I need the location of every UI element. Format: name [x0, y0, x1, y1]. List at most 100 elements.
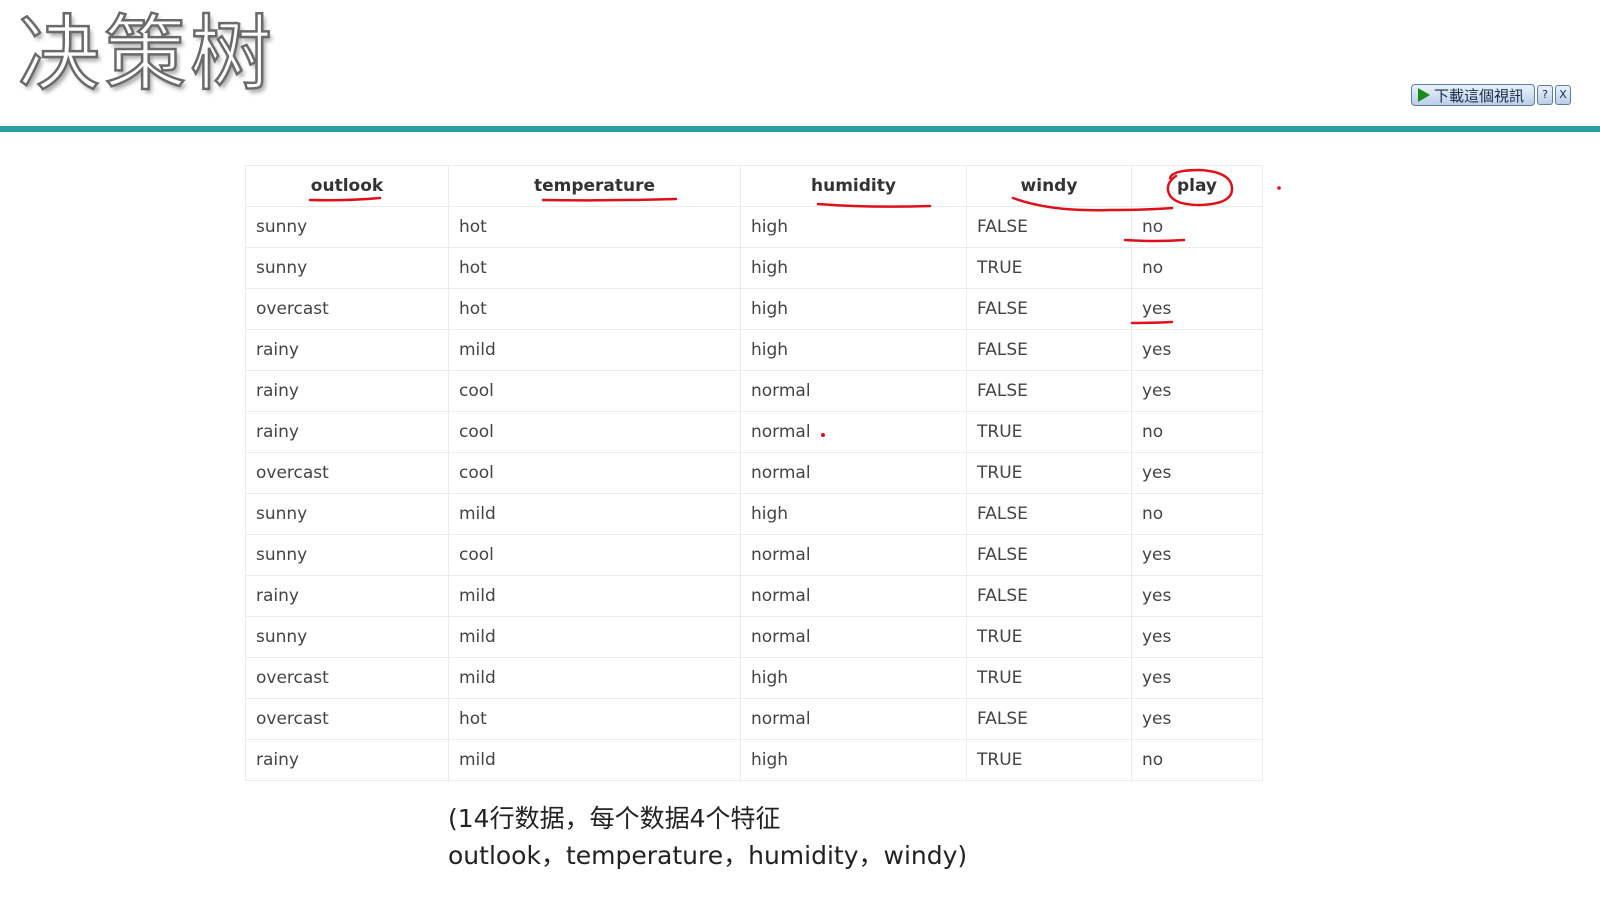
cell-windy: FALSE	[966, 329, 1132, 371]
weather-data-table: outlook temperature humidity windy play …	[245, 165, 1263, 781]
cell-outlook: overcast	[245, 452, 449, 494]
table-row: overcast cool normal TRUE yes	[245, 452, 1263, 494]
cell-play: yes	[1131, 616, 1263, 658]
cell-windy: FALSE	[966, 493, 1132, 535]
cell-play: yes	[1131, 534, 1263, 576]
cell-play: no	[1131, 739, 1263, 781]
cell-temperature: hot	[448, 206, 741, 248]
cell-windy: TRUE	[966, 247, 1132, 289]
table-body: sunny hot high FALSE no sunny hot high TRUE no ove…	[245, 206, 1263, 781]
cell-humidity: high	[740, 329, 967, 371]
cell-windy: TRUE	[966, 411, 1132, 453]
table-row: rainy cool normal FALSE yes	[245, 370, 1263, 412]
table-row: sunny mild high FALSE no	[245, 493, 1263, 535]
cell-temperature: cool	[448, 411, 741, 453]
cell-humidity: high	[740, 288, 967, 330]
cell-humidity: normal	[740, 698, 967, 740]
cell-humidity: normal	[740, 452, 967, 494]
cell-outlook: sunny	[245, 247, 449, 289]
header-divider	[0, 126, 1600, 132]
cell-temperature: cool	[448, 370, 741, 412]
cell-humidity: high	[740, 247, 967, 289]
cell-humidity: high	[740, 493, 967, 535]
table-row: sunny hot high FALSE no	[245, 206, 1263, 248]
cell-humidity: normal	[740, 411, 967, 453]
cell-temperature: cool	[448, 452, 741, 494]
cell-windy: FALSE	[966, 206, 1132, 248]
cell-play: yes	[1131, 657, 1263, 699]
download-video-label: 下載這個視訊	[1434, 86, 1525, 105]
cell-play: yes	[1131, 370, 1263, 412]
cell-outlook: rainy	[245, 329, 449, 371]
cell-windy: TRUE	[966, 657, 1132, 699]
ink-dot-1	[1277, 186, 1281, 190]
table-row: sunny hot high TRUE no	[245, 247, 1263, 289]
cell-humidity: normal	[740, 534, 967, 576]
cell-temperature: cool	[448, 534, 741, 576]
cell-temperature: mild	[448, 657, 741, 699]
caption-line-1: (14行数据，每个数据4个特征	[448, 804, 781, 833]
cell-windy: FALSE	[966, 534, 1132, 576]
cell-outlook: rainy	[245, 739, 449, 781]
download-video-button[interactable]: 下載這個視訊	[1411, 84, 1536, 106]
cell-play: yes	[1131, 329, 1263, 371]
cell-outlook: rainy	[245, 370, 449, 412]
cell-humidity: high	[740, 739, 967, 781]
header-humidity: humidity	[740, 165, 967, 207]
table-header-row: outlook temperature humidity windy play	[245, 165, 1263, 207]
cell-play: no	[1131, 493, 1263, 535]
cell-play: yes	[1131, 452, 1263, 494]
cell-outlook: sunny	[245, 493, 449, 535]
table-row: rainy mild normal FALSE yes	[245, 575, 1263, 617]
cell-windy: FALSE	[966, 575, 1132, 617]
cell-humidity: normal	[740, 370, 967, 412]
help-button[interactable]: ?	[1537, 85, 1554, 105]
table-row: sunny mild normal TRUE yes	[245, 616, 1263, 658]
cell-humidity: normal	[740, 616, 967, 658]
cell-temperature: mild	[448, 493, 741, 535]
cell-windy: TRUE	[966, 452, 1132, 494]
cell-humidity: high	[740, 206, 967, 248]
cell-outlook: overcast	[245, 657, 449, 699]
cell-windy: TRUE	[966, 616, 1132, 658]
cell-outlook: overcast	[245, 288, 449, 330]
cell-outlook: overcast	[245, 698, 449, 740]
table-row: sunny cool normal FALSE yes	[245, 534, 1263, 576]
cell-play: yes	[1131, 288, 1263, 330]
cell-temperature: mild	[448, 575, 741, 617]
slide-title: 决策树	[17, 6, 277, 104]
header-outlook: outlook	[245, 165, 449, 207]
cell-temperature: hot	[448, 288, 741, 330]
cell-outlook: sunny	[245, 206, 449, 248]
cell-outlook: rainy	[245, 411, 449, 453]
play-icon	[1418, 88, 1430, 102]
cell-outlook: sunny	[245, 616, 449, 658]
table-row: overcast hot normal FALSE yes	[245, 698, 1263, 740]
cell-windy: FALSE	[966, 698, 1132, 740]
cell-outlook: sunny	[245, 534, 449, 576]
caption: (14行数据，每个数据4个特征 outlook，temperature，humi…	[448, 800, 967, 874]
download-video-widget: 下載這個視訊 ? X	[1411, 84, 1572, 106]
cell-humidity: normal	[740, 575, 967, 617]
cell-windy: TRUE	[966, 739, 1132, 781]
cell-windy: FALSE	[966, 288, 1132, 330]
header-windy: windy	[966, 165, 1132, 207]
table-row: rainy mild high TRUE no	[245, 739, 1263, 781]
cell-temperature: hot	[448, 698, 741, 740]
cell-temperature: mild	[448, 739, 741, 781]
table-row: overcast mild high TRUE yes	[245, 657, 1263, 699]
caption-line-2: outlook，temperature，humidity，windy)	[448, 841, 968, 870]
header-play: play	[1131, 165, 1263, 207]
slide: 决策树 下載這個視訊 ? X outlook temperature humid…	[0, 0, 1600, 900]
cell-play: yes	[1131, 698, 1263, 740]
header-temperature: temperature	[448, 165, 741, 207]
cell-play: no	[1131, 247, 1263, 289]
cell-humidity: high	[740, 657, 967, 699]
table-row: overcast hot high FALSE yes	[245, 288, 1263, 330]
cell-play: yes	[1131, 575, 1263, 617]
weather-table-wrapper: outlook temperature humidity windy play …	[245, 165, 1263, 781]
cell-outlook: rainy	[245, 575, 449, 617]
cell-temperature: hot	[448, 247, 741, 289]
close-button[interactable]: X	[1555, 85, 1572, 105]
cell-play: no	[1131, 206, 1263, 248]
